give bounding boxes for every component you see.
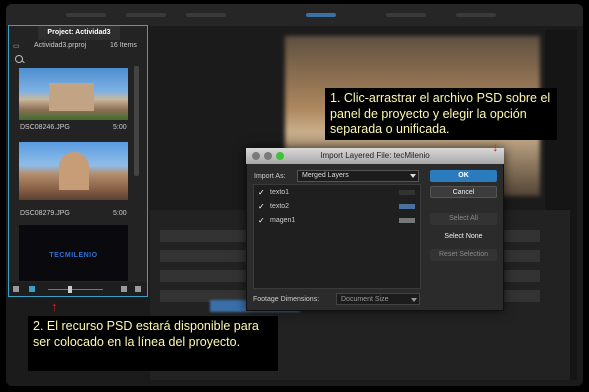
zoom-slider-track[interactable] <box>48 289 103 290</box>
callout-step-1: 1. Clic-arrastrar el archivo PSD sobre e… <box>325 88 557 140</box>
layer-name: texto1 <box>270 189 290 196</box>
dialog-title: Import Layered File: tecMilenio <box>320 151 430 160</box>
layer-row[interactable]: ✓ texto2 <box>255 201 419 213</box>
thumbnail-dsc08279[interactable] <box>19 142 128 200</box>
arrow-up-icon: ↑ <box>51 299 58 314</box>
chevron-down-icon <box>411 298 417 302</box>
layer-row[interactable]: ✓ magen1 <box>255 215 419 227</box>
callout-step-2: 2. El recurso PSD estará disponible para… <box>28 316 278 371</box>
folder-icon: ▭ <box>13 43 20 50</box>
chevron-down-icon <box>410 174 416 178</box>
import-as-value: Merged Layers <box>302 172 349 179</box>
search-icon[interactable] <box>15 55 23 63</box>
layer-name: magen1 <box>270 217 296 224</box>
layer-thumbnail <box>399 190 415 195</box>
layer-checkbox[interactable]: ✓ <box>258 188 265 197</box>
ok-button[interactable]: OK <box>430 170 497 182</box>
item-name: DSC08246.JPG <box>20 124 70 131</box>
list-view-icon[interactable] <box>13 286 19 292</box>
item-duration: 5:00 <box>113 124 127 131</box>
sort-icon[interactable] <box>121 286 127 292</box>
project-panel-tab[interactable]: Project: Actividad3 <box>38 26 120 40</box>
settings-icon[interactable] <box>135 286 141 292</box>
icon-view-icon[interactable] <box>29 286 35 292</box>
zoom-slider-handle[interactable] <box>68 286 72 293</box>
layer-thumbnail <box>399 218 415 223</box>
select-all-button[interactable]: Select All <box>430 213 497 225</box>
app-topbar <box>6 4 583 26</box>
reset-selection-button[interactable]: Reset Selection <box>430 249 497 261</box>
cancel-button[interactable]: Cancel <box>430 186 497 198</box>
layer-row[interactable]: ✓ texto1 <box>255 187 419 199</box>
footage-dimensions-label: Footage Dimensions: <box>253 296 320 303</box>
layer-checkbox[interactable]: ✓ <box>258 216 265 225</box>
layer-checkbox[interactable]: ✓ <box>258 202 265 211</box>
project-file-name: Actividad3.prproj <box>34 42 87 49</box>
item-duration: 5:00 <box>113 210 127 217</box>
item-name: DSC08279.JPG <box>20 210 70 217</box>
layer-thumbnail <box>399 204 415 209</box>
layer-list <box>253 184 421 289</box>
layer-name: texto2 <box>270 203 290 210</box>
thumbnail-dsc08246[interactable] <box>19 68 128 120</box>
arrow-down-icon: ↓ <box>492 139 499 154</box>
footage-dimensions-value: Document Size <box>341 296 389 303</box>
import-as-label: Import As: <box>254 173 286 180</box>
item-count: 16 Items <box>110 42 137 49</box>
project-scrollbar[interactable] <box>134 66 139 176</box>
tecmilenio-logo-text: TECMILENIO <box>49 252 98 259</box>
select-none-button[interactable]: Select None <box>430 231 497 243</box>
